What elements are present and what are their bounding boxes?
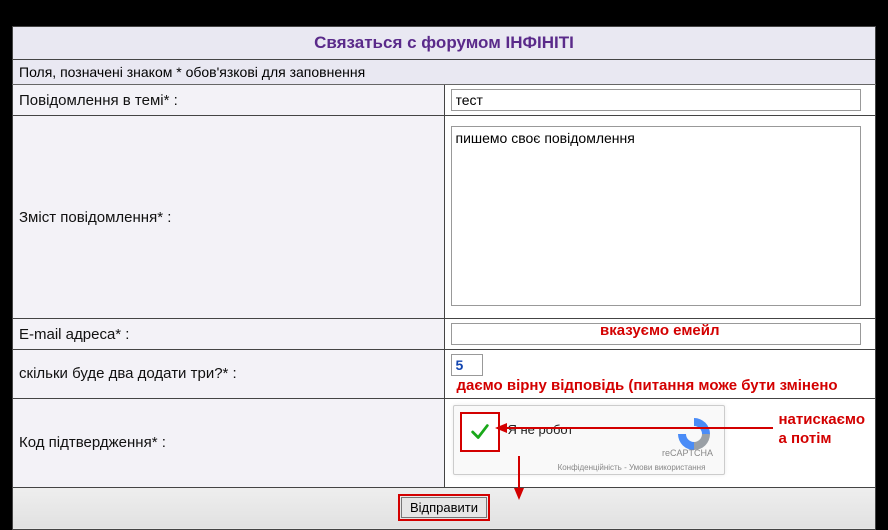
subject-input[interactable] [451,89,862,111]
submit-row: Відправити [13,487,876,529]
subject-row: Повідомлення в темі* : [13,85,876,116]
submit-button[interactable]: Відправити [401,497,487,518]
quiz-label: скільки буде два додати три?* : [13,350,445,399]
annotation-captcha-line1: натискаємо [778,411,865,428]
subject-label: Повідомлення в темі* : [13,85,445,116]
annotation-quiz: даємо вірну відповідь (питання може бути… [457,377,838,394]
recaptcha-terms: Конфіденційність - Умови використання [542,463,722,472]
annotation-email: вказуємо емейл [600,322,720,339]
annotation-captcha: натискаємо а потім [778,411,865,449]
recaptcha-checkbox[interactable] [460,412,500,452]
recaptcha-widget[interactable]: Я не робот reCAPTCHA Конфіденційність - … [453,405,725,475]
form-title-row: Связаться с форумом ІНФІНІТІ [13,27,876,60]
form-title: Связаться с форумом ІНФІНІТІ [314,33,574,52]
recaptcha-text: Я не робот [508,422,574,437]
annotation-captcha-line2: а потім [778,430,831,447]
body-label: Зміст повідомлення* : [13,116,445,319]
required-help-row: Поля, позначені знаком * обов'язкові для… [13,60,876,85]
submit-highlight: Відправити [398,494,490,521]
body-row: Зміст повідомлення* : пишемо своє повідо… [13,116,876,319]
captcha-label: Код підтвердження* : [13,398,445,487]
body-textarea[interactable]: пишемо своє повідомлення [451,126,862,306]
quiz-input[interactable] [451,354,483,376]
contact-form: Связаться с форумом ІНФІНІТІ Поля, позна… [12,26,876,530]
quiz-row: скільки буде два додати три?* : даємо ві… [13,350,876,399]
captcha-row: Код підтвердження* : Я не робот reCAPTCH… [13,398,876,487]
email-row: E-mail адреса* : вказуємо емейл [13,319,876,350]
check-icon [469,421,491,443]
email-label: E-mail адреса* : [13,319,445,350]
recaptcha-brand: reCAPTCHA [658,448,718,458]
required-help-text: Поля, позначені знаком * обов'язкові для… [13,60,876,85]
